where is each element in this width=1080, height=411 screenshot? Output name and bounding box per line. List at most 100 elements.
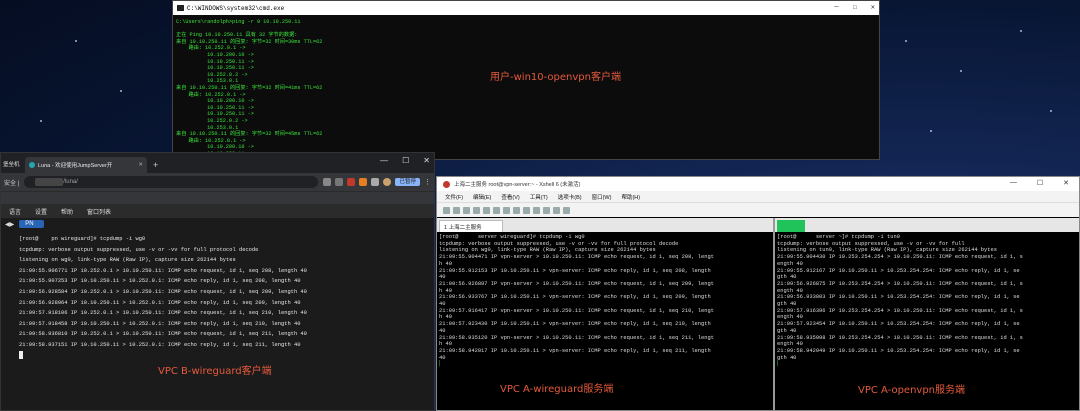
maximize-icon[interactable]: ☐ [853,3,857,12]
wireguard-terminal-output[interactable]: [root@ server wireguard]# tcpdump -i wg0… [437,232,773,370]
terminal-line: 21:09:55.912167 IP 10.10.250.11 > 10.253… [777,267,1020,274]
translate-icon[interactable] [323,178,332,186]
xshell-logo-icon [443,180,450,188]
openvpn-terminal-output[interactable]: [root@ server ~]# tcpdump -i tun0 tcpdump… [775,232,1079,370]
cmd-line: 路由: 10.252.0.1 -> [176,137,246,144]
star-icon[interactable] [335,178,344,186]
terminal-line: ength 40 [777,341,803,348]
cmd-titlebar[interactable]: C:\WINDOWS\system32\cmd.exe — ☐ ✕ [173,1,879,15]
adblock-icon[interactable] [347,178,356,186]
openvpn-server-caption: VPC A-openvpn服务端 [858,385,966,396]
find-icon[interactable] [493,206,500,214]
tab-bastion[interactable]: 堡垒机 [1,157,25,173]
help-icon[interactable] [563,206,570,214]
terminal-line: 40 [439,354,446,361]
minimize-icon[interactable]: — [380,156,388,165]
session-tab[interactable]: PN [19,220,44,228]
xshell-menubar: 文件(F) 编辑(E) 查看(V) 工具(T) 选项卡(B) 窗口(W) 帮助(… [437,191,1079,202]
cmd-line: 来自 10.10.250.11 的回复: 字节=32 时间=30ms TTL=6… [176,38,323,45]
menu-help[interactable]: 帮助 [61,207,73,216]
cursor: ▏ [439,361,443,368]
terminal-line: tcpdump: verbose output suppressed, use … [777,240,965,247]
terminal-line: 21:09:56.928964 IP 10.10.250.11 > 10.252… [19,299,301,306]
tab-luna[interactable]: Luna - 欢迎使用JumpServer开 ✕ [25,157,147,173]
star [930,130,932,132]
menu-view[interactable]: 查看(V) [501,193,519,201]
tab-close-icon[interactable]: ✕ [138,162,143,168]
url-path: /luna/ [63,179,78,185]
minimize-icon[interactable]: — [834,3,838,12]
chrome-caption: VPC B-wireguard客户端 [158,366,272,377]
terminal-line: 21:09:58.937151 IP 10.10.250.11 > 10.252… [19,341,301,348]
menu-edit[interactable]: 编辑(E) [473,193,491,201]
menu-window[interactable]: 窗口(W) [592,193,612,201]
new-tab-icon[interactable]: + [153,160,158,170]
font-icon[interactable] [523,206,530,214]
xshell-titlebar[interactable]: 上海二主服务 root@vpn-server:~ - Xshell 6 (未激活… [437,177,1079,191]
xshell-title: 上海二主服务 root@vpn-server:~ - Xshell 6 (未激活… [454,182,581,188]
globe-icon[interactable] [513,206,520,214]
cmd-line: 10.10.200.10 -> [176,144,254,151]
menu-settings[interactable]: 设置 [35,207,47,216]
luna-menu: 语言 设置 帮助 窗口列表 [1,204,434,218]
nav-arrows-icon[interactable]: ◀▶ [5,221,14,228]
close-icon[interactable]: ✕ [871,3,875,12]
extensions-area: 已暂停 ⋮ [323,178,431,186]
new-session-icon[interactable] [443,206,450,214]
terminal-line: 21:09:55.912153 IP 10.10.250.11 > vpn-se… [439,267,711,274]
close-icon[interactable]: ✕ [1063,179,1069,187]
menu-window-list[interactable]: 窗口列表 [87,207,111,216]
security-label: 安全 | [4,180,20,187]
menu-tools[interactable]: 工具(T) [530,193,548,201]
paused-badge[interactable]: 已暂停 [395,178,420,186]
terminal-line: 40 [439,327,446,334]
puzzle-icon[interactable] [371,178,380,186]
cursor [19,351,416,362]
cmd-line: C:\Users\randolph>ping -r 9 10.10.250.11 [176,19,301,25]
keyboard-icon[interactable] [543,206,550,214]
terminal-line: h 40 [439,341,452,348]
terminal-line: 21:09:56.933803 IP 10.10.250.11 > 10.253… [777,294,1020,301]
maximize-icon[interactable]: ☐ [402,156,409,165]
terminal-line: [root@ pn wireguard]# tcpdump -i wg0 [19,236,146,242]
terminal-line: ength 40 [777,287,803,294]
tab-openvpn[interactable] [777,220,805,232]
cmd-output: C:\Users\randolph>ping -r 9 10.10.250.11… [173,15,879,159]
cmd-line: 10.10.250.11 -> [176,104,254,111]
terminal-line: 21:09:57.916396 IP 10.253.254.254 > 10.1… [777,307,1023,314]
menu-help[interactable]: 帮助(H) [621,193,640,201]
open-folder-icon[interactable] [453,206,460,214]
copy-icon[interactable] [473,206,480,214]
terminal-line: 21:09:58.935098 IP 10.253.254.254 > 10.1… [777,334,1023,341]
menu-language[interactable]: 语言 [9,207,21,216]
menu-tabs[interactable]: 选项卡(B) [558,193,582,201]
terminal-line: 21:09:55.904471 IP vpn-server > 10.10.25… [439,254,714,261]
layout-icon[interactable] [553,206,560,214]
maximize-icon[interactable]: ☐ [1037,179,1043,187]
terminal-line: 21:09:57.918458 IP 10.10.250.11 > 10.252… [19,320,301,327]
lock-icon[interactable] [533,206,540,214]
terminal-line: ength 40 [777,314,803,321]
terminal-line: 21:09:57.923454 IP 10.10.250.11 > 10.253… [777,321,1020,328]
tab-shanghai[interactable]: 1 上海二主服务 [439,220,503,232]
cursor: ▏ [777,361,781,368]
connect-icon[interactable] [463,206,470,214]
terminal-line: gth 40 [777,354,797,361]
menu-file[interactable]: 文件(F) [445,193,463,201]
pane-right-tabbar [775,218,1079,232]
avatar[interactable] [383,178,392,186]
terminal-icon [177,5,184,11]
print-icon[interactable] [503,206,510,214]
terminal-line: 21:09:55.904430 IP 10.253.254.254 > 10.1… [777,254,1023,261]
terminal-line: 21:09:55.906771 IP 10.252.0.1 > 10.10.25… [19,267,307,274]
xshell-window[interactable]: 上海二主服务 root@vpn-server:~ - Xshell 6 (未激活… [436,176,1080,411]
menu-icon[interactable]: ⋮ [424,178,431,186]
pane-left-tabbar: 1 上海二主服务 [437,218,773,232]
close-icon[interactable]: ✕ [423,156,430,165]
cmd-line: 10.10.250.11 -> [176,58,254,65]
luna-terminal-output[interactable]: [root@ pn wireguard]# tcpdump -i wg0 tcpd… [1,230,434,365]
extension-icon[interactable] [359,178,368,186]
paste-icon[interactable] [483,206,490,214]
url-input[interactable]: /luna/ [24,176,319,188]
minimize-icon[interactable]: — [1010,179,1017,187]
